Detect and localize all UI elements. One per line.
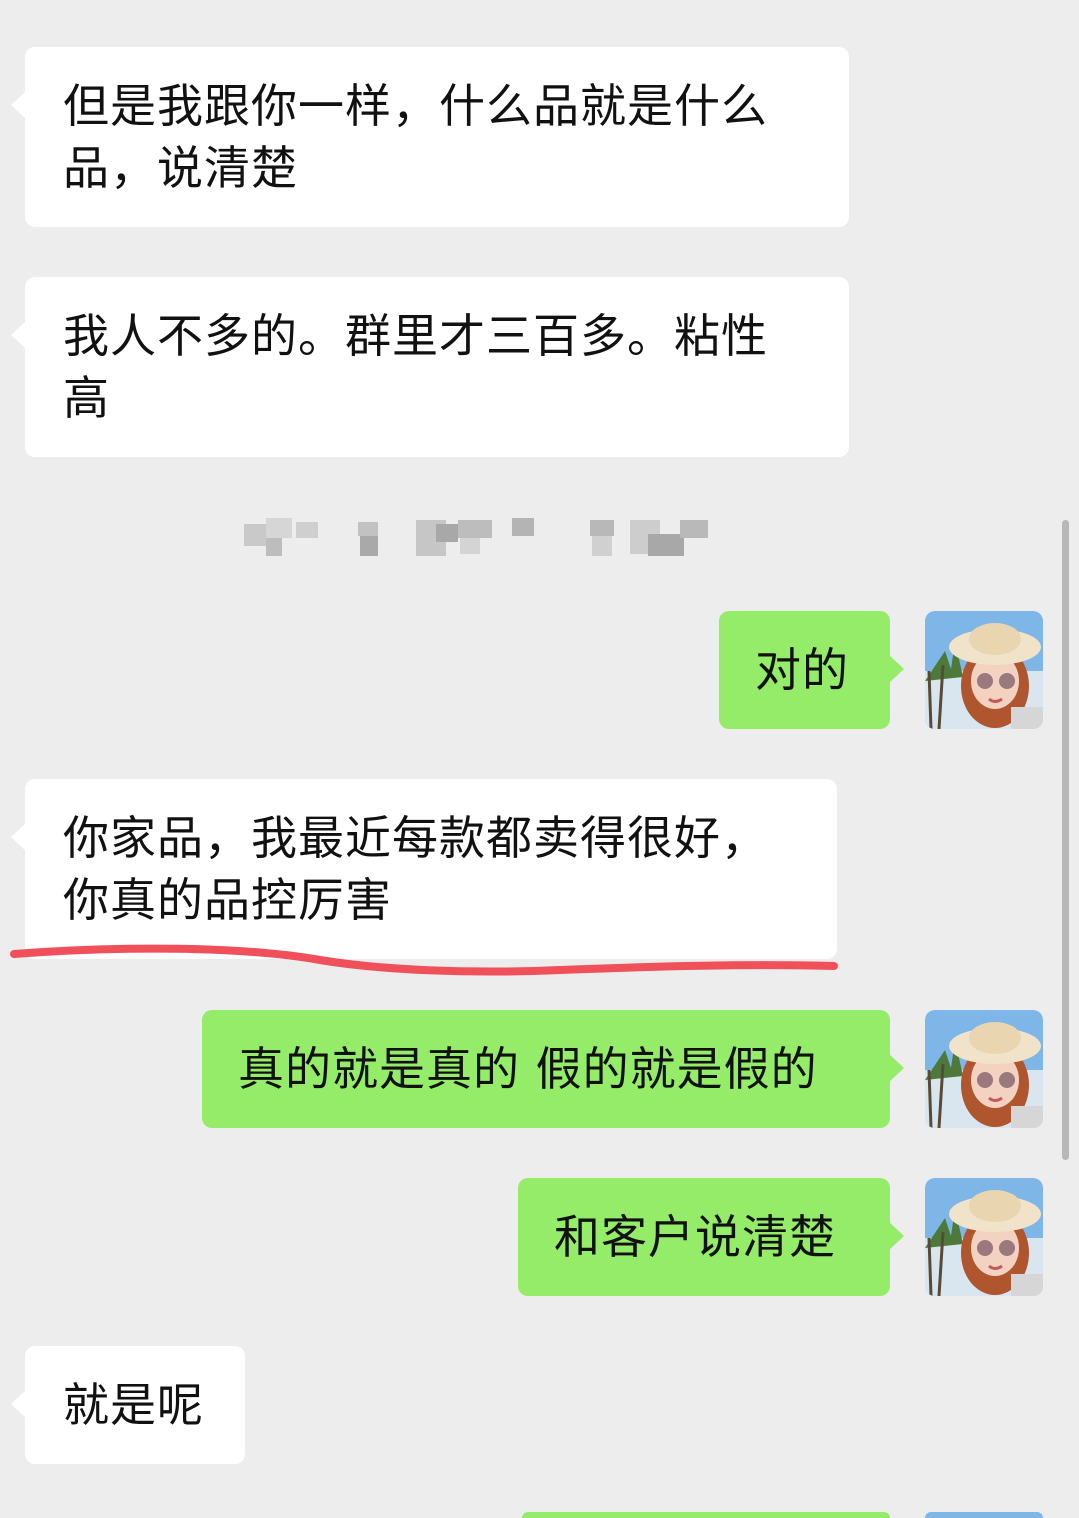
message-text: 对的 bbox=[755, 643, 849, 697]
avatar-icon[interactable] bbox=[925, 611, 1043, 729]
outgoing-message-bubble[interactable]: 和客户说清楚 bbox=[518, 1178, 904, 1296]
outgoing-message-bubble[interactable]: 真的就是真的 假的就是假的 bbox=[202, 1010, 904, 1128]
message-text: 我人不多的。群里才三百多。粘性高 bbox=[63, 309, 768, 425]
chat-message-list[interactable]: 但是我跟你一样，什么品就是什么品，说清楚 我人不多的。群里才三百多。粘性高 对的 bbox=[0, 0, 1079, 1518]
avatar-image bbox=[925, 1178, 1043, 1296]
avatar-image bbox=[925, 611, 1043, 729]
message-text: 就是呢 bbox=[63, 1378, 204, 1432]
avatar-icon[interactable] bbox=[925, 1178, 1043, 1296]
message-text: 真的就是真的 假的就是假的 bbox=[238, 1042, 818, 1096]
incoming-message-bubble[interactable]: 我人不多的。群里才三百多。粘性高 bbox=[11, 277, 849, 457]
incoming-message-bubble[interactable]: 就是呢 bbox=[11, 1346, 245, 1464]
partial-avatar-icon bbox=[925, 1512, 1043, 1518]
message-text: 但是我跟你一样，什么品就是什么品，说清楚 bbox=[63, 79, 768, 195]
avatar-icon[interactable] bbox=[925, 1010, 1043, 1128]
message-text: 和客户说清楚 bbox=[554, 1210, 836, 1264]
chat-scrollbar[interactable] bbox=[1062, 520, 1069, 1160]
message-text: 你家品，我最近每款都卖得很好，你真的品控厉害 bbox=[63, 811, 768, 927]
outgoing-message-bubble[interactable]: 对的 bbox=[719, 611, 904, 729]
redacted-system-message bbox=[240, 518, 710, 558]
avatar-image bbox=[925, 1010, 1043, 1128]
partial-outgoing-bubble bbox=[522, 1512, 890, 1518]
red-underline-annotation bbox=[10, 944, 838, 976]
incoming-message-bubble[interactable]: 但是我跟你一样，什么品就是什么品，说清楚 bbox=[11, 47, 849, 227]
